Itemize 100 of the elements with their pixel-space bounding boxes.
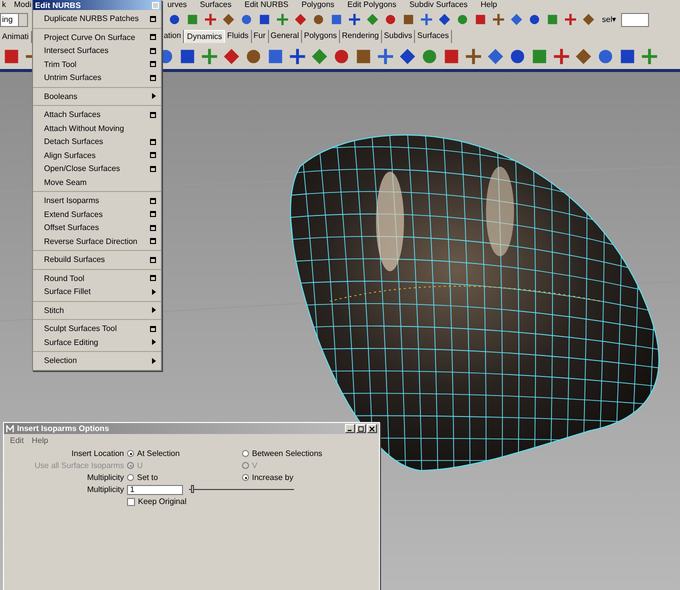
option-box-icon[interactable] — [150, 74, 156, 81]
mode-dropdown[interactable]: ing — [0, 12, 28, 26]
close-button[interactable] — [367, 424, 377, 433]
plus-icon[interactable] — [420, 13, 433, 26]
diamond-icon[interactable] — [398, 46, 417, 66]
menu-item[interactable]: Extend Surfaces — [33, 208, 161, 221]
menu-item[interactable]: Project Curve On Surface — [33, 30, 161, 44]
minimize-button[interactable] — [345, 424, 355, 433]
dialog-menu-item[interactable]: Edit — [10, 436, 24, 445]
option-box-icon[interactable] — [150, 48, 156, 54]
option-box-icon[interactable] — [150, 256, 156, 263]
option-box-icon[interactable] — [150, 152, 156, 158]
plus-icon[interactable] — [204, 13, 217, 26]
menu-item[interactable]: Attach Without Moving — [33, 122, 161, 135]
option-box-icon[interactable] — [150, 275, 156, 282]
plus-icon[interactable] — [640, 46, 659, 66]
radio-button[interactable] — [242, 450, 249, 457]
diamond-icon[interactable] — [438, 13, 451, 26]
square-icon[interactable] — [546, 13, 559, 26]
menu-item[interactable]: Move Seam — [33, 176, 161, 189]
shelf-tab[interactable]: General — [268, 30, 302, 43]
square-icon[interactable] — [258, 13, 271, 26]
menu-item[interactable]: Stitch — [33, 304, 161, 317]
selection-mode-menu[interactable]: sel▾ — [602, 15, 616, 24]
plus-icon[interactable] — [348, 13, 361, 26]
circle-icon[interactable] — [168, 13, 181, 26]
menu-bar-item[interactable]: Polygons — [302, 0, 334, 9]
circle-icon[interactable] — [528, 13, 541, 26]
plus-icon[interactable] — [552, 46, 571, 66]
square-icon[interactable] — [186, 13, 199, 26]
circle-icon[interactable] — [312, 13, 325, 26]
menu-item[interactable]: Selection — [33, 354, 161, 368]
maximize-button[interactable] — [356, 424, 366, 433]
menu-item[interactable]: Intersect Surfaces — [33, 44, 161, 58]
menu-bar-item[interactable]: k — [2, 0, 6, 9]
menu-item[interactable]: Booleans — [33, 90, 161, 103]
menu-item[interactable]: Surface Editing — [33, 336, 161, 349]
shelf-tab[interactable]: Fluids — [225, 30, 252, 43]
menu-bar-item[interactable]: Help — [480, 0, 498, 9]
plus-icon[interactable] — [276, 13, 289, 26]
menu-item[interactable]: Duplicate NURBS Patches — [33, 12, 161, 26]
circle-icon[interactable] — [456, 13, 469, 26]
shelf-tab[interactable]: Rendering — [340, 30, 382, 43]
shelf-tab[interactable]: Subdivs — [382, 30, 416, 43]
menu-bar-item[interactable]: Modi — [14, 0, 32, 9]
input-field[interactable] — [621, 12, 650, 26]
menu-bar-item[interactable]: urves — [167, 0, 187, 9]
menu-item[interactable]: Rebuild Surfaces — [33, 253, 161, 266]
diamond-icon[interactable] — [486, 46, 505, 66]
menu-item[interactable]: Untrim Surfaces — [33, 71, 161, 84]
dialog-menu-item[interactable]: Help — [32, 436, 48, 445]
diamond-icon[interactable] — [310, 46, 329, 66]
menu-item[interactable]: Sculpt Surfaces Tool — [33, 322, 161, 336]
option-box-icon[interactable] — [150, 211, 156, 218]
radio-button[interactable] — [127, 450, 134, 457]
radio-button[interactable] — [127, 474, 134, 481]
shelf-tab[interactable]: Dynamics — [184, 30, 226, 43]
plus-icon[interactable] — [492, 13, 505, 26]
square-icon[interactable] — [330, 13, 343, 26]
square-icon[interactable] — [402, 13, 415, 26]
menu-bar-item[interactable]: Subdiv Surfaces — [409, 0, 468, 9]
option-box-icon[interactable] — [150, 138, 156, 145]
diamond-icon[interactable] — [582, 13, 595, 26]
menu-item[interactable]: Surface Fillet — [33, 285, 161, 298]
plus-icon[interactable] — [376, 46, 395, 66]
radio-button[interactable] — [242, 474, 249, 481]
diamond-icon[interactable] — [222, 13, 235, 26]
menu-item[interactable]: Offset Surfaces — [33, 221, 161, 234]
plus-icon[interactable] — [464, 46, 483, 66]
option-box-icon[interactable] — [150, 16, 156, 22]
menu-item[interactable]: Open/Close Surfaces — [33, 162, 161, 176]
menu-item[interactable]: Align Surfaces — [33, 148, 161, 162]
diamond-icon[interactable] — [574, 46, 593, 66]
shelf-tab[interactable]: Fur — [252, 30, 269, 43]
option-box-icon[interactable] — [150, 34, 156, 40]
diamond-icon[interactable] — [366, 13, 379, 26]
option-box-icon[interactable] — [150, 326, 156, 332]
option-box-icon[interactable] — [150, 166, 156, 172]
menu-item[interactable]: Trim Tool — [33, 58, 161, 71]
option-box-icon[interactable] — [150, 61, 156, 68]
number-field[interactable]: 1 — [127, 484, 183, 494]
square-icon[interactable] — [474, 13, 487, 26]
option-box-icon[interactable] — [150, 238, 156, 244]
plus-icon[interactable] — [288, 46, 307, 66]
menu-item[interactable]: Reverse Surface Direction — [33, 234, 161, 248]
menu-bar-item[interactable]: Edit Polygons — [347, 0, 396, 9]
plus-icon[interactable] — [564, 13, 577, 26]
shelf-tab[interactable]: Surfaces — [415, 30, 452, 43]
option-box-icon[interactable] — [150, 224, 156, 231]
menu-item[interactable]: Detach Surfaces — [33, 135, 161, 148]
checkbox[interactable] — [127, 498, 135, 506]
diamond-icon[interactable] — [510, 13, 523, 26]
option-box-icon[interactable] — [150, 112, 156, 118]
circle-icon[interactable] — [240, 13, 253, 26]
circle-icon[interactable] — [384, 13, 397, 26]
menu-item[interactable]: Insert Isoparms — [33, 194, 161, 208]
slider-thumb[interactable] — [191, 485, 194, 493]
menu-item[interactable]: Round Tool — [33, 272, 161, 285]
diamond-icon[interactable] — [222, 46, 241, 66]
plus-icon[interactable] — [200, 46, 219, 66]
